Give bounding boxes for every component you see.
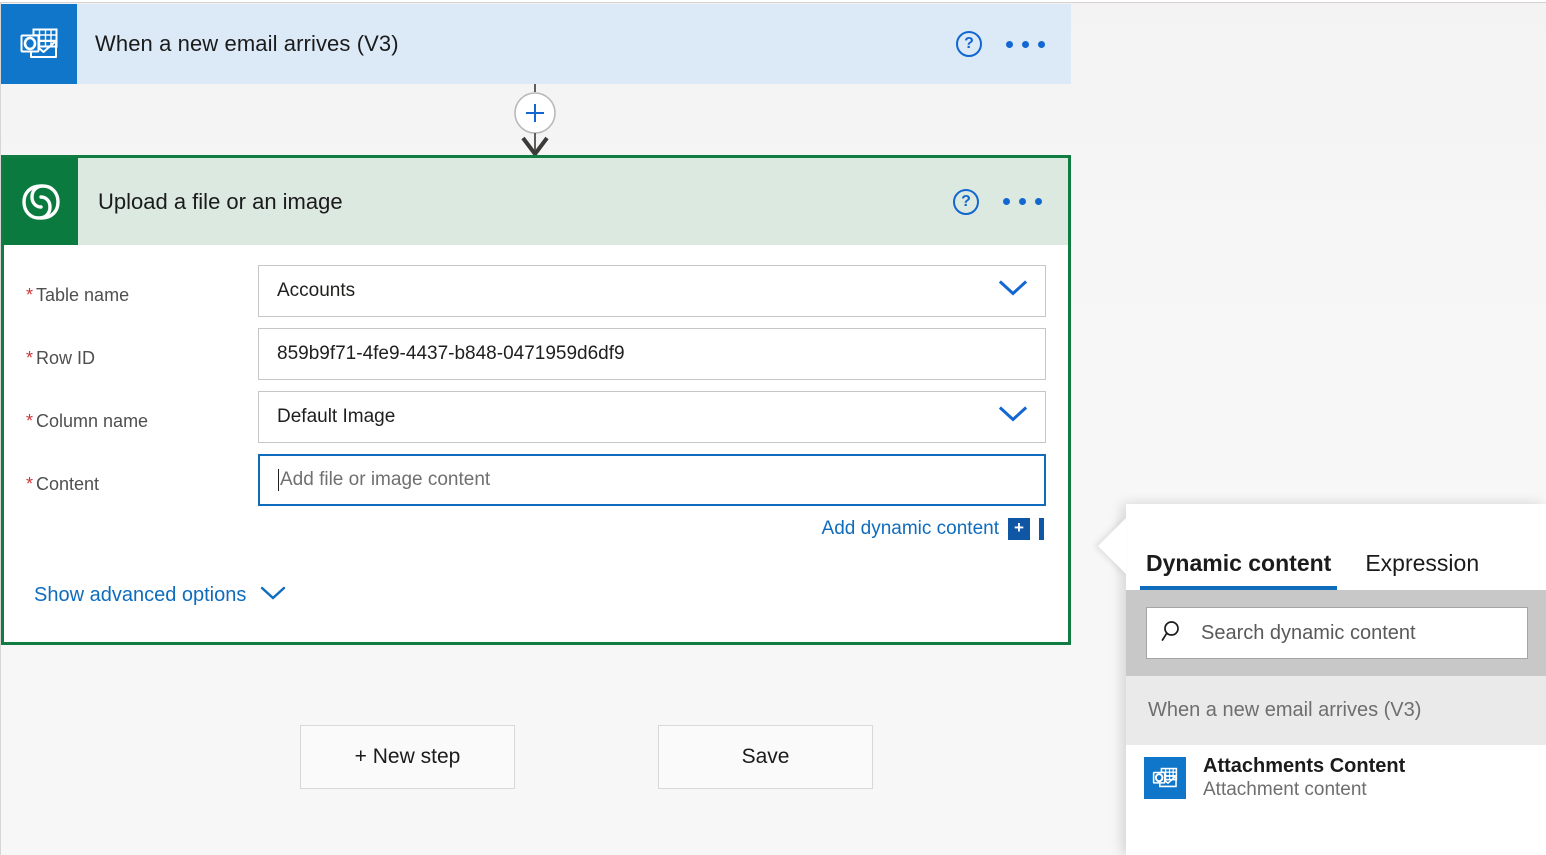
field-control-content: Add file or image content Add dynamic co… [258, 454, 1046, 540]
field-row-table-name: *Table name Accounts [26, 265, 1046, 317]
add-dynamic-content-bar [1039, 518, 1044, 540]
field-row-column-name: *Column name Default Image [26, 391, 1046, 443]
field-label-table-name: *Table name [26, 265, 258, 306]
tab-dynamic-content[interactable]: Dynamic content [1140, 550, 1337, 590]
field-row-row-id: *Row ID 859b9f71-4fe9-4437-b848-0471959d… [26, 328, 1046, 380]
ellipsis-icon[interactable] [1004, 35, 1047, 54]
add-dynamic-content-plus-icon[interactable]: + [1008, 518, 1030, 540]
dynamic-content-panel: Dynamic content Expression Search dynami… [1126, 504, 1546, 855]
field-control-row-id: 859b9f71-4fe9-4437-b848-0471959d6df9 [258, 328, 1046, 380]
add-dynamic-content-link[interactable]: Add dynamic content [822, 518, 999, 540]
required-asterisk: * [26, 285, 33, 305]
field-label-content: *Content [26, 454, 258, 495]
content-placeholder: Add file or image content [280, 469, 490, 491]
bottom-action-bar: + New step Save [300, 725, 873, 789]
table-name-dropdown[interactable]: Accounts [258, 265, 1046, 317]
add-dynamic-content-row: Add dynamic content + [258, 518, 1046, 540]
trigger-card-title: When a new email arrives (V3) [77, 4, 956, 84]
text-caret [278, 469, 279, 491]
flow-connector [505, 84, 565, 156]
action-card-header: Upload a file or an image ? [4, 158, 1068, 245]
search-dynamic-content-input[interactable]: Search dynamic content [1146, 607, 1528, 659]
required-asterisk: * [26, 348, 33, 368]
search-placeholder: Search dynamic content [1201, 622, 1416, 645]
list-item-subtitle: Attachment content [1203, 779, 1405, 801]
panel-search-band: Search dynamic content [1126, 590, 1546, 676]
required-asterisk: * [26, 411, 33, 431]
dataverse-icon [4, 158, 78, 245]
list-item-texts: Attachments Content Attachment content [1203, 755, 1405, 801]
show-advanced-options-toggle[interactable]: Show advanced options [26, 584, 1046, 607]
save-button[interactable]: Save [658, 725, 873, 789]
ellipsis-icon[interactable] [1001, 192, 1044, 211]
field-label-column-name: *Column name [26, 391, 258, 432]
panel-pointer [1098, 518, 1126, 574]
action-form: *Table name Accounts *Row ID 859b9f71-4f… [4, 245, 1068, 607]
table-name-value: Accounts [277, 280, 355, 302]
trigger-card-actions: ? [956, 4, 1071, 84]
list-item[interactable]: Attachments Content Attachment content [1126, 745, 1546, 811]
help-icon[interactable]: ? [956, 31, 982, 57]
row-id-input[interactable]: 859b9f71-4fe9-4437-b848-0471959d6df9 [258, 328, 1046, 380]
action-card-upload-file-or-image[interactable]: Upload a file or an image ? *Table name … [1, 155, 1071, 645]
field-label-row-id: *Row ID [26, 328, 258, 369]
list-item-title: Attachments Content [1203, 755, 1405, 778]
content-input[interactable]: Add file or image content [258, 454, 1046, 506]
column-name-value: Default Image [277, 406, 395, 428]
required-asterisk: * [26, 474, 33, 494]
row-id-value: 859b9f71-4fe9-4437-b848-0471959d6df9 [277, 343, 625, 365]
field-control-column-name: Default Image [258, 391, 1046, 443]
action-card-actions: ? [953, 158, 1068, 245]
field-row-content: *Content Add file or image content Add d… [26, 454, 1046, 540]
canvas-top-rule [0, 0, 1546, 3]
help-icon[interactable]: ? [953, 189, 979, 215]
field-control-table-name: Accounts [258, 265, 1046, 317]
new-step-button[interactable]: + New step [300, 725, 515, 789]
dynamic-content-group-header: When a new email arrives (V3) [1126, 676, 1546, 745]
tab-expression[interactable]: Expression [1359, 550, 1485, 590]
outlook-icon [1, 4, 77, 84]
column-name-dropdown[interactable]: Default Image [258, 391, 1046, 443]
panel-tabs: Dynamic content Expression [1126, 504, 1546, 590]
trigger-card-outlook[interactable]: When a new email arrives (V3) ? [1, 4, 1071, 84]
show-advanced-options-label: Show advanced options [34, 584, 246, 607]
search-icon [1161, 619, 1185, 648]
outlook-icon [1144, 757, 1186, 799]
chevron-down-icon [259, 585, 287, 606]
action-card-title: Upload a file or an image [78, 158, 953, 245]
